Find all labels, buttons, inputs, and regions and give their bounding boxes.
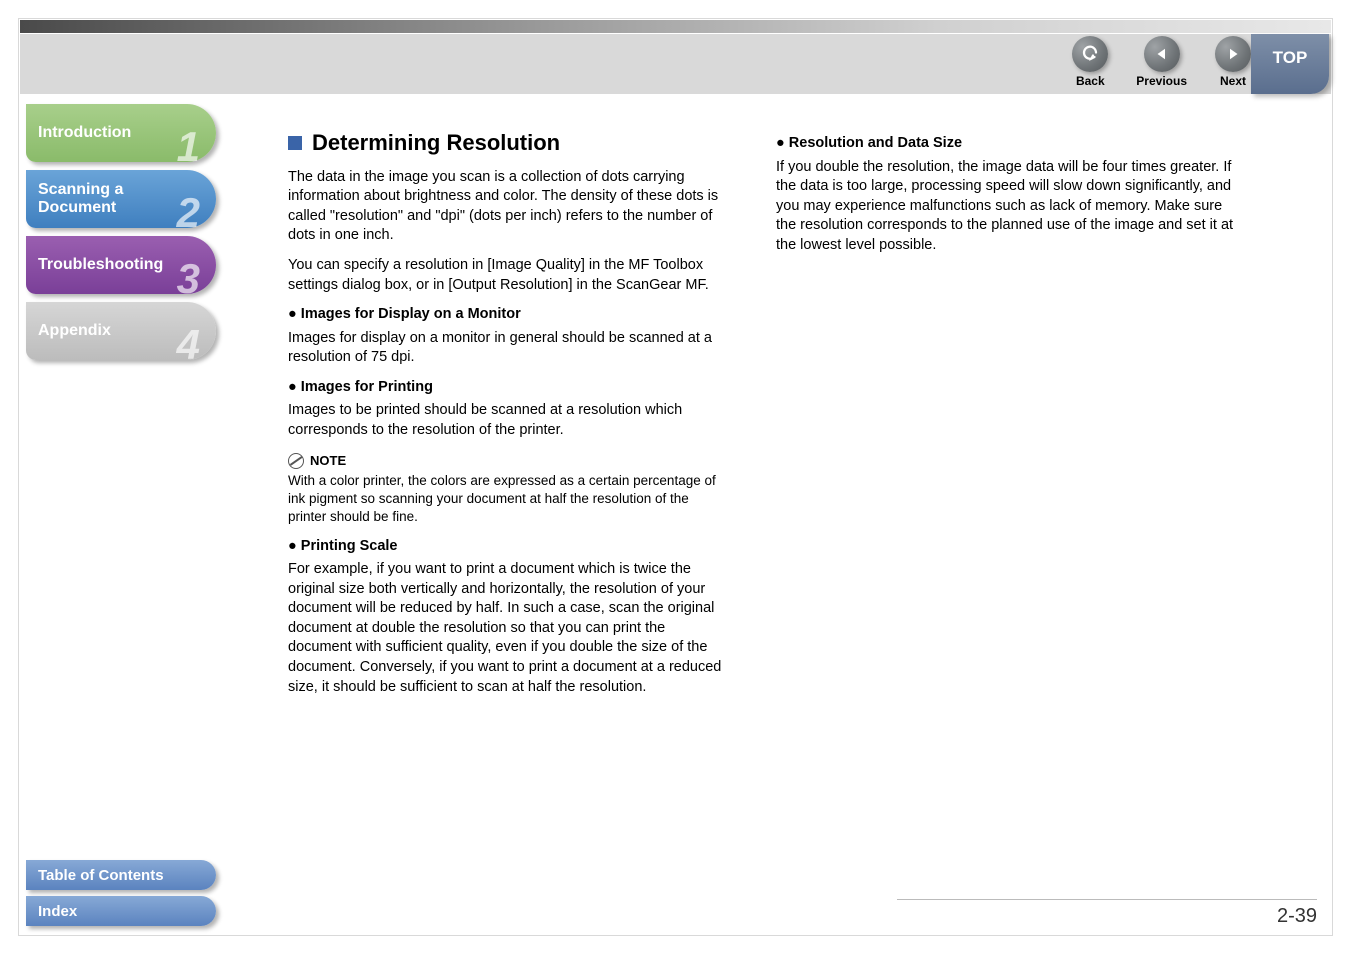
sidebar-item-number: 1 [177, 126, 200, 168]
sidebar-item-scanning[interactable]: Scanning a Document 2 [26, 170, 216, 228]
table-of-contents-button[interactable]: Table of Contents [26, 860, 216, 890]
intro-paragraph-2: You can specify a resolution in [Image Q… [288, 256, 728, 295]
next-icon [1215, 36, 1251, 72]
intro-paragraph-1: The data in the image you scan is a coll… [288, 168, 728, 246]
note-text: With a color printer, the colors are exp… [288, 472, 728, 527]
subheading-monitor: Images for Display on a Monitor [288, 305, 728, 325]
top-label: TOP [1273, 48, 1308, 68]
toc-label: Table of Contents [38, 867, 164, 884]
note-heading: NOTE [288, 452, 728, 470]
back-button[interactable]: Back [1072, 36, 1108, 88]
monitor-paragraph: Images for display on a monitor in gener… [288, 329, 728, 368]
previous-icon [1144, 36, 1180, 72]
sidebar-item-appendix[interactable]: Appendix 4 [26, 302, 216, 360]
note-icon [288, 453, 304, 469]
sidebar-item-number: 2 [177, 192, 200, 234]
index-button[interactable]: Index [26, 896, 216, 926]
subheading-data-size: Resolution and Data Size [776, 134, 1236, 154]
sidebar-item-number: 3 [177, 258, 200, 300]
printing-paragraph: Images to be printed should be scanned a… [288, 401, 728, 440]
sidebar-item-troubleshooting[interactable]: Troubleshooting 3 [26, 236, 216, 294]
sidebar-item-number: 4 [177, 324, 200, 366]
sidebar-item-introduction[interactable]: Introduction 1 [26, 104, 216, 162]
sidebar-item-label: Introduction [38, 124, 131, 142]
square-bullet-icon [288, 136, 302, 150]
subheading-scale: Printing Scale [288, 537, 728, 557]
section-title: Determining Resolution [288, 128, 728, 158]
scale-paragraph: For example, if you want to print a docu… [288, 560, 728, 697]
right-column: Resolution and Data Size If you double t… [776, 128, 1236, 707]
header-gradient-bar [20, 20, 1331, 33]
left-column: Determining Resolution The data in the i… [288, 128, 728, 707]
back-icon [1072, 36, 1108, 72]
subheading-printing: Images for Printing [288, 378, 728, 398]
page-number: 2-39 [1277, 905, 1317, 928]
bottom-nav: Table of Contents Index [26, 854, 216, 926]
sidebar-item-label: Troubleshooting [38, 256, 163, 274]
back-label: Back [1076, 74, 1105, 88]
section-title-text: Determining Resolution [312, 128, 560, 158]
previous-label: Previous [1136, 74, 1187, 88]
data-size-paragraph: If you double the resolution, the image … [776, 158, 1236, 256]
sidebar-item-label: Appendix [38, 322, 111, 340]
nav-buttons: Back Previous Next [1072, 36, 1251, 88]
note-label: NOTE [310, 452, 346, 470]
next-button[interactable]: Next [1215, 36, 1251, 88]
index-label: Index [38, 903, 77, 920]
content-area: Determining Resolution The data in the i… [288, 128, 1319, 707]
sidebar: Introduction 1 Scanning a Document 2 Tro… [26, 104, 216, 368]
previous-button[interactable]: Previous [1136, 36, 1187, 88]
next-label: Next [1220, 74, 1246, 88]
top-button[interactable]: TOP [1251, 34, 1329, 94]
